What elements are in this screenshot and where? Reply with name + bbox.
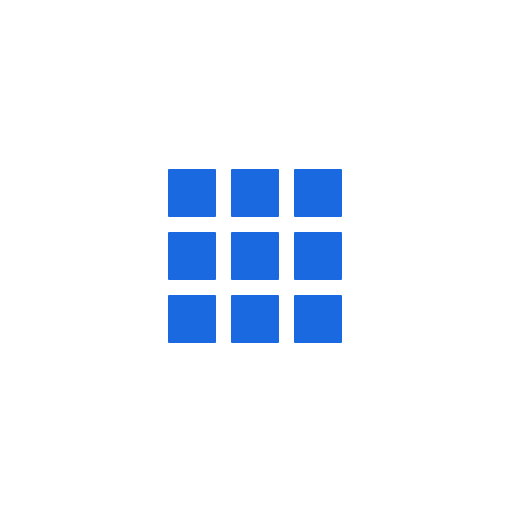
grid-square [294, 295, 342, 343]
grid-square [231, 295, 279, 343]
canvas [0, 0, 512, 512]
apps-grid-icon[interactable] [168, 169, 342, 343]
grid-square [231, 232, 279, 280]
grid-square [294, 169, 342, 217]
grid-square [231, 169, 279, 217]
grid-square [168, 232, 216, 280]
grid-square [294, 232, 342, 280]
grid-square [168, 295, 216, 343]
grid-square [168, 169, 216, 217]
